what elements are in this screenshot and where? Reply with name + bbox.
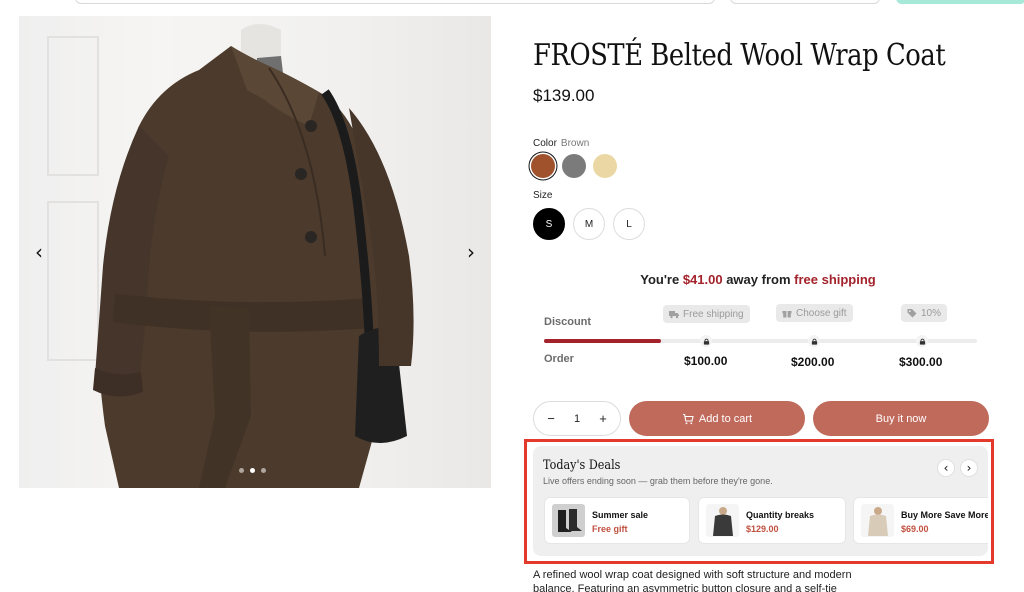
gallery-dot[interactable] — [261, 468, 266, 473]
product-image — [93, 24, 414, 488]
free-shipping-message: You're $41.00 away from free shipping — [533, 272, 983, 287]
tier-badge-10-percent: 10% — [901, 304, 948, 322]
product-gallery: ‹ › — [19, 16, 491, 488]
deal-thumbnail — [552, 504, 585, 537]
chevron-right-icon: › — [966, 461, 972, 475]
gallery-next-button[interactable]: › — [461, 242, 481, 262]
color-label: Color — [533, 138, 557, 149]
quantity-value[interactable]: 1 — [574, 413, 580, 425]
selected-color-name: Brown — [560, 138, 590, 149]
lock-icon — [808, 335, 820, 347]
tag-icon — [907, 309, 917, 318]
tier-badge-label: Choose gift — [796, 307, 847, 319]
lock-icon — [700, 335, 712, 347]
deals-next-button[interactable]: › — [960, 459, 978, 477]
chevron-right-icon: › — [467, 240, 475, 264]
quantity-decrease-button[interactable]: − — [544, 411, 558, 426]
deal-value: $69.00 — [901, 524, 929, 534]
progress-fill — [544, 339, 661, 343]
shipping-prefix: You're — [640, 272, 683, 287]
gallery-prev-button[interactable]: ‹ — [29, 242, 49, 262]
chevron-left-icon: ‹ — [943, 461, 949, 475]
search-bar[interactable] — [75, 0, 715, 4]
cart-icon — [682, 413, 694, 424]
header-button[interactable] — [730, 0, 880, 4]
deal-card-buy-more-save-more[interactable]: Buy More Save More $69.00 — [853, 497, 988, 544]
shipping-goal: free shipping — [794, 272, 876, 287]
todays-deals-panel: Today's Deals Live offers ending soon — … — [533, 446, 988, 556]
tier-amount: $100.00 — [684, 354, 728, 368]
color-label-row: Color Brown — [533, 138, 589, 149]
chevron-left-icon: ‹ — [35, 240, 43, 264]
size-label: Size — [533, 190, 553, 201]
color-swatches — [531, 154, 617, 178]
gallery-dot[interactable] — [239, 468, 244, 473]
gift-icon — [782, 311, 792, 318]
lock-icon — [916, 335, 928, 347]
discount-tier-progress: Discount Order Free shipping Choose gift… — [533, 300, 983, 380]
quantity-increase-button[interactable]: + — [596, 411, 610, 426]
product-description: A refined wool wrap coat designed with s… — [533, 569, 852, 592]
buy-now-label: Buy it now — [875, 412, 927, 425]
order-label: Order — [544, 353, 574, 365]
top-header-strip — [0, 0, 1024, 6]
gallery-pagination — [239, 468, 266, 473]
discount-label: Discount — [544, 316, 592, 328]
tier-badge-choose-gift: Choose gift — [776, 304, 853, 322]
progress-track — [544, 339, 977, 343]
deal-thumbnail — [861, 504, 894, 537]
quantity-stepper: − 1 + — [533, 401, 621, 436]
gallery-dot-active[interactable] — [250, 468, 255, 473]
color-swatch-brown[interactable] — [531, 154, 555, 178]
deals-subtitle: Live offers ending soon — grab them befo… — [543, 476, 773, 486]
color-swatch-cream[interactable] — [593, 154, 617, 178]
shipping-remaining-amount: $41.00 — [682, 272, 723, 287]
add-to-cart-button[interactable]: Add to cart — [629, 401, 805, 436]
buy-now-button[interactable]: Buy it now — [813, 401, 989, 436]
tier-badge-free-shipping: Free shipping — [663, 305, 750, 323]
deals-prev-button[interactable]: ‹ — [937, 459, 955, 477]
tier-amount: $300.00 — [899, 355, 943, 369]
size-options: S M L — [533, 208, 645, 240]
add-to-cart-label: Add to cart — [698, 412, 753, 425]
tier-badge-label: Free shipping — [683, 308, 744, 320]
deal-name: Summer sale — [592, 510, 649, 520]
size-option-s[interactable]: S — [533, 208, 565, 240]
color-swatch-gray[interactable] — [562, 154, 586, 178]
tier-amount: $200.00 — [791, 355, 835, 369]
deal-card-summer-sale[interactable]: Summer sale Free gift — [544, 497, 690, 544]
size-option-l[interactable]: L — [613, 208, 645, 240]
deal-value: Free gift — [592, 524, 628, 534]
deals-title: Today's Deals — [543, 458, 621, 473]
product-price: $139.00 — [533, 86, 595, 105]
header-accent-button[interactable] — [896, 0, 1024, 4]
truck-icon — [669, 311, 679, 319]
size-option-m[interactable]: M — [573, 208, 605, 240]
deal-name: Quantity breaks — [746, 510, 815, 520]
tier-badge-label: 10% — [921, 307, 942, 319]
deal-value: $129.00 — [746, 524, 779, 534]
product-title: FROSTÉ Belted Wool Wrap Coat — [533, 38, 946, 73]
shipping-middle: away from — [722, 272, 795, 287]
deal-thumbnail — [706, 504, 739, 537]
deal-card-quantity-breaks[interactable]: Quantity breaks $129.00 — [698, 497, 846, 544]
deal-name: Buy More Save More — [901, 510, 988, 520]
